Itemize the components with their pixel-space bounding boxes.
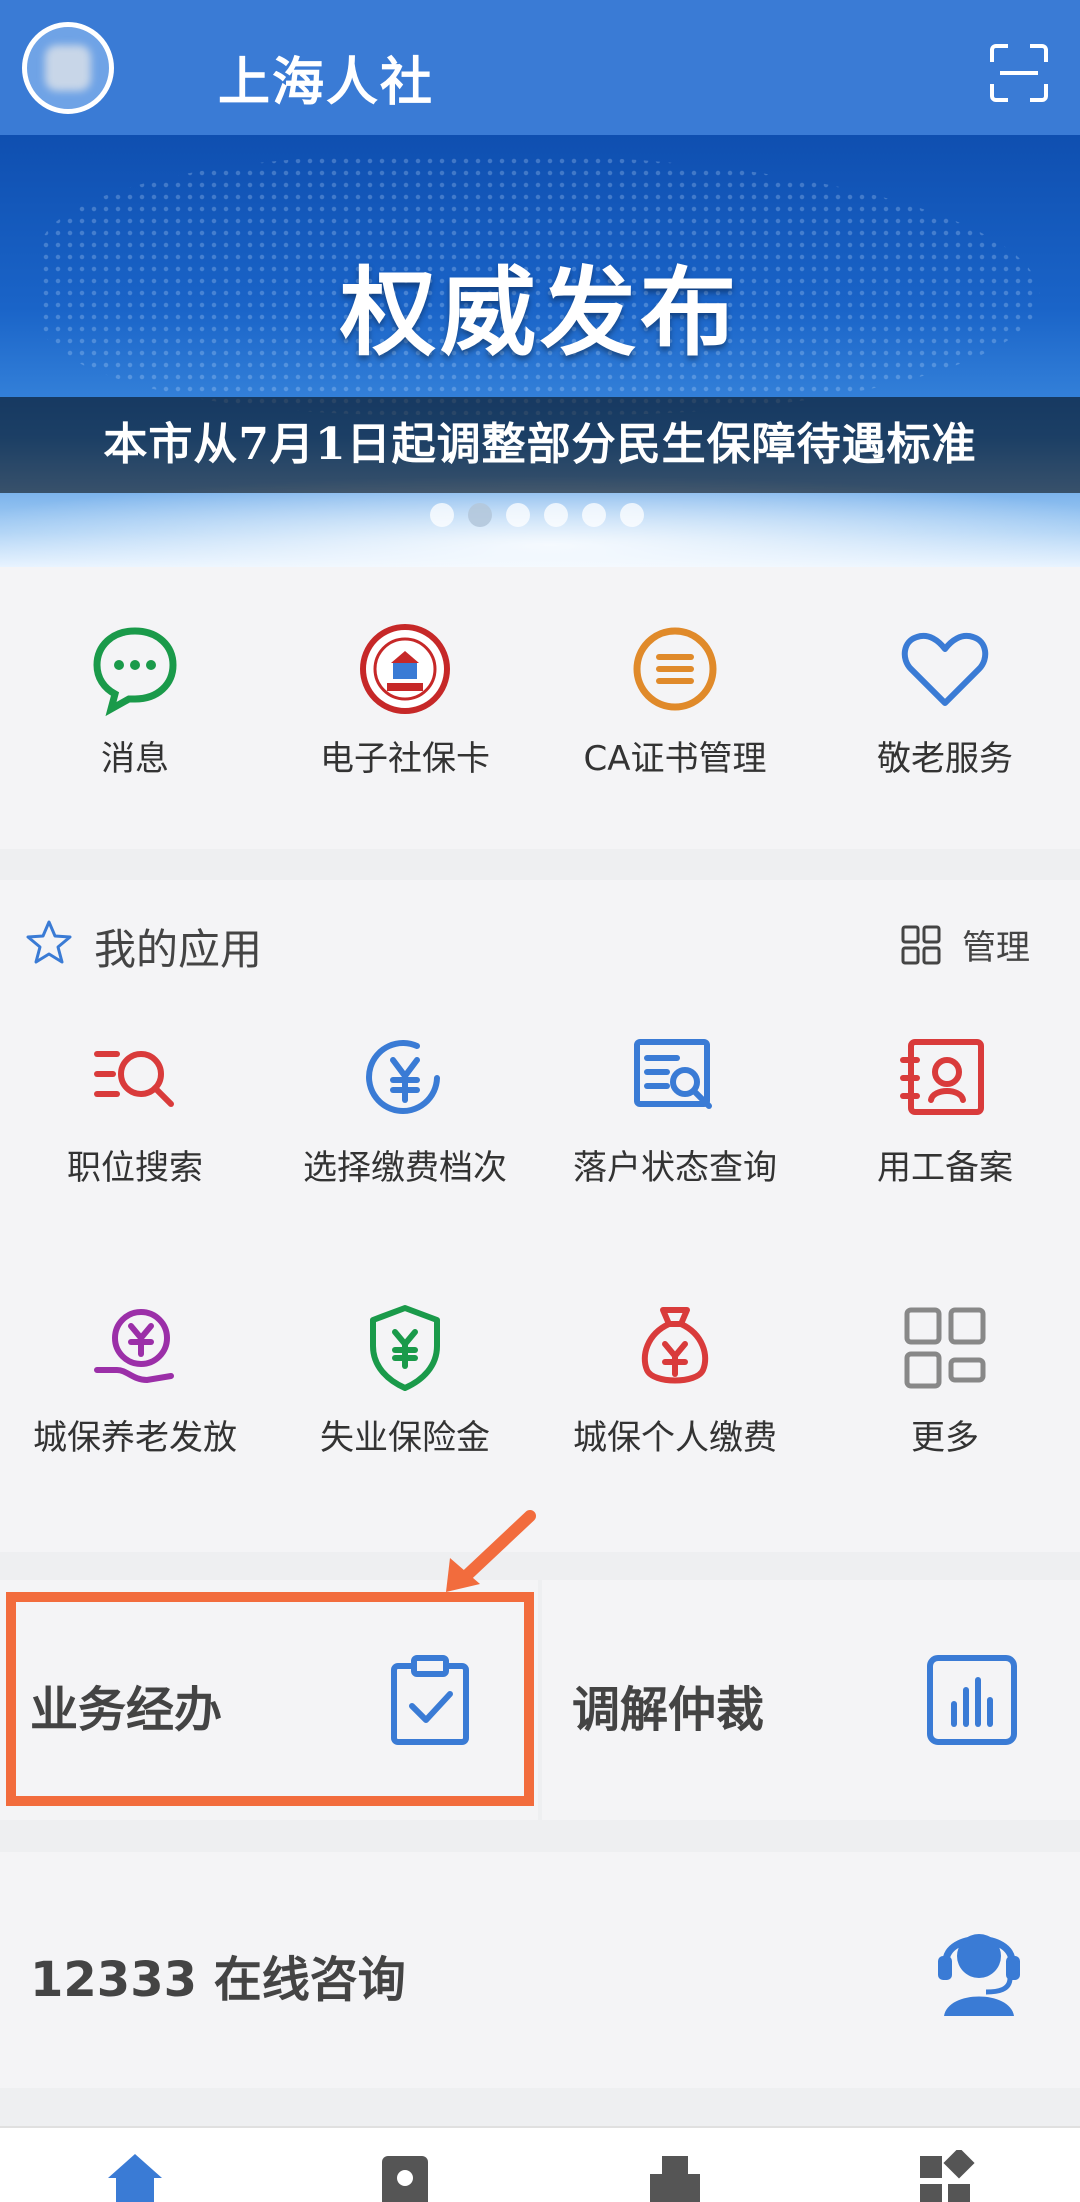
app-pension-payment[interactable]: 城保养老发放 — [0, 1300, 270, 1459]
grid-more-icon — [904, 1307, 986, 1389]
building-icon[interactable] — [644, 2150, 706, 2202]
pension-hand-icon — [94, 1309, 174, 1384]
app-job-search[interactable]: 职位搜索 — [0, 1030, 270, 1189]
online-consult-card[interactable]: 12333 在线咨询 — [0, 1852, 1080, 2088]
scan-icon[interactable] — [990, 44, 1048, 102]
message-icon — [93, 627, 177, 717]
highlight-box — [6, 1592, 534, 1806]
app-label: 落户状态查询 — [573, 1148, 777, 1188]
app-label: 城保个人缴费 — [573, 1418, 777, 1458]
carousel-dot[interactable] — [468, 503, 492, 527]
document-search-icon — [634, 1039, 712, 1109]
grid-manage-icon[interactable] — [900, 924, 942, 966]
banner-heading: 权威发布 — [340, 257, 740, 369]
job-search-icon — [94, 1051, 174, 1107]
app-label: 职位搜索 — [67, 1148, 203, 1188]
quick-item-label: 敬老服务 — [877, 739, 1013, 779]
shield-yuan-icon — [370, 1305, 440, 1391]
quick-services: 消息 电子社保卡 CA证书管理 敬老服务 — [0, 567, 1080, 849]
carousel-dot[interactable] — [582, 503, 606, 527]
yuan-circle-icon — [366, 1039, 440, 1114]
carousel-dot[interactable] — [544, 503, 568, 527]
page-title: 上海人社 — [218, 53, 435, 113]
star-icon — [26, 920, 72, 964]
quick-item-ecard[interactable]: 电子社保卡 — [270, 621, 540, 780]
apps-icon[interactable] — [914, 2150, 976, 2202]
home-icon[interactable] — [104, 2150, 166, 2202]
social-security-card-icon — [360, 624, 450, 714]
app-household-status[interactable]: 落户状态查询 — [540, 1030, 810, 1189]
headset-agent-icon — [938, 1934, 1020, 2016]
my-apps-title: 我的应用 — [94, 925, 263, 974]
carousel-indicator — [430, 503, 644, 527]
bottom-navigation — [0, 2126, 1080, 2202]
carousel-dot[interactable] — [430, 503, 454, 527]
carousel-dot[interactable] — [506, 503, 530, 527]
app-header: 上海人社 — [0, 0, 1080, 135]
employment-record-icon — [900, 1039, 984, 1115]
manage-button[interactable]: 管理 — [962, 920, 1030, 969]
tile-label: 调解仲裁 — [572, 1682, 765, 1738]
app-unemployment[interactable]: 失业保险金 — [270, 1300, 540, 1459]
app-label: 用工备案 — [877, 1148, 1013, 1188]
consult-label: 12333 在线咨询 — [30, 1952, 406, 2008]
money-bag-icon — [641, 1307, 709, 1384]
app-payment-level[interactable]: 选择缴费档次 — [270, 1030, 540, 1189]
app-label: 城保养老发放 — [33, 1418, 237, 1458]
app-label: 失业保险金 — [320, 1418, 490, 1458]
quick-item-label: CA证书管理 — [583, 739, 767, 779]
quick-item-message[interactable]: 消息 — [0, 621, 270, 780]
profile-card-icon[interactable] — [374, 2150, 436, 2202]
app-more[interactable]: 更多 — [810, 1300, 1080, 1459]
app-personal-payment[interactable]: 城保个人缴费 — [540, 1300, 810, 1459]
user-avatar[interactable] — [22, 22, 114, 114]
app-employment-record[interactable]: 用工备案 — [810, 1030, 1080, 1189]
quick-item-ca[interactable]: CA证书管理 — [540, 621, 810, 780]
quick-item-label: 消息 — [101, 739, 169, 779]
ca-certificate-icon — [633, 627, 717, 711]
carousel-dot[interactable] — [620, 503, 644, 527]
quick-item-elderly[interactable]: 敬老服务 — [810, 621, 1080, 780]
avatar-image — [45, 45, 91, 91]
banner-carousel[interactable]: 权威发布 本市从7月1日起调整部分民生保障待遇标准 — [0, 135, 1080, 567]
tile-mediation-arbitration[interactable]: 调解仲裁 — [542, 1580, 1080, 1820]
my-apps-section: 我的应用 管理 职位搜索 选择缴费档次 落户状态查询 用工备案 城保养老发放 失… — [0, 880, 1080, 1552]
app-label: 更多 — [911, 1418, 979, 1458]
heart-icon — [901, 633, 989, 706]
arrow-annotation-icon — [446, 1510, 536, 1592]
quick-item-label: 电子社保卡 — [320, 739, 490, 779]
banner-subtitle: 本市从7月1日起调整部分民生保障待遇标准 — [0, 397, 1080, 493]
bar-chart-icon — [927, 1655, 1017, 1745]
app-label: 选择缴费档次 — [303, 1148, 507, 1188]
